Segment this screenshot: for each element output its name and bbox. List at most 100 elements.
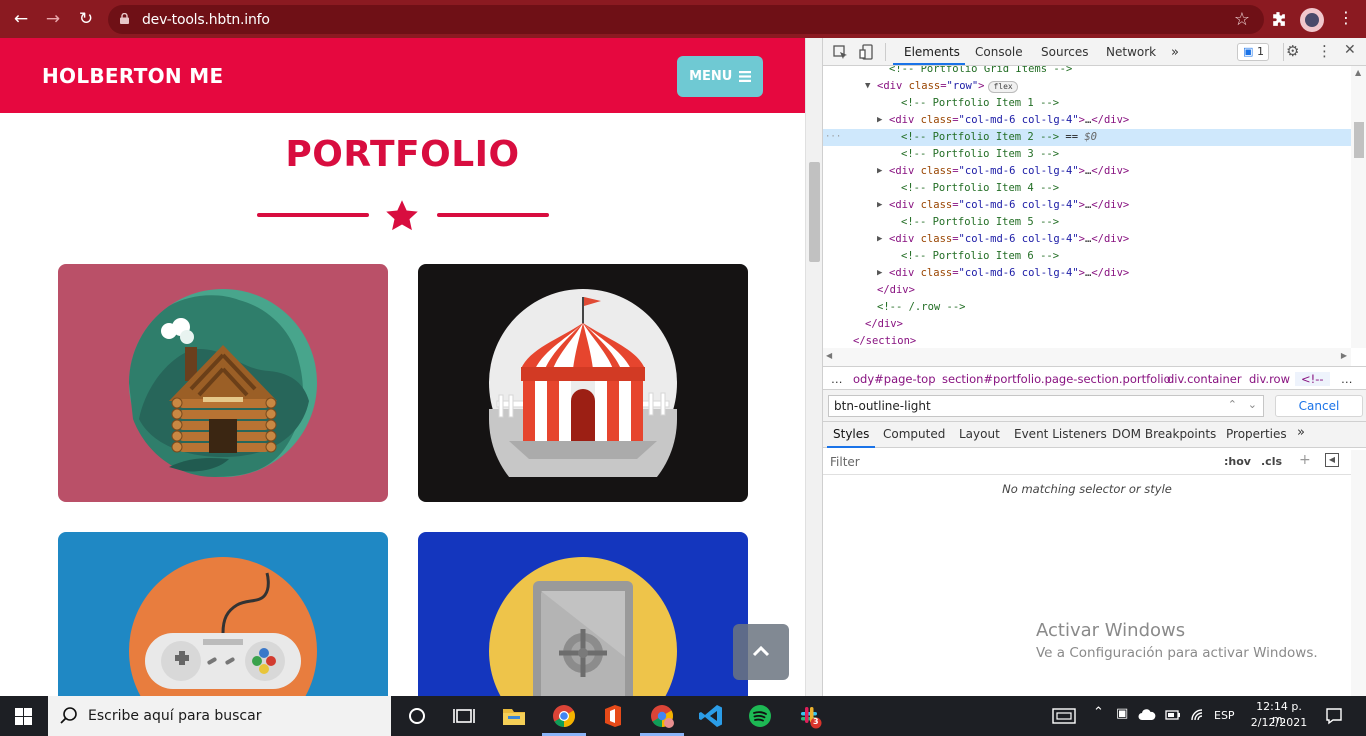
profile-avatar[interactable] xyxy=(1300,8,1324,32)
reload-icon[interactable]: ↻ xyxy=(75,8,97,30)
bookmark-star-icon[interactable]: ☆ xyxy=(1234,9,1250,30)
issues-badge[interactable]: ▣ 1 xyxy=(1237,43,1269,61)
dom-line[interactable]: <!-- Portfolio Item 4 --> xyxy=(823,180,1351,197)
tab-network[interactable]: Network xyxy=(1106,45,1156,59)
dom-line[interactable]: ▶ <div class="col-md-6 col-lg-4">…</div> xyxy=(823,197,1351,214)
wifi-icon[interactable] xyxy=(1190,707,1206,723)
hov-toggle[interactable]: :hov xyxy=(1224,455,1251,468)
dom-line[interactable]: </div> xyxy=(823,282,1351,299)
notifications-icon[interactable] xyxy=(1325,707,1343,725)
tab-layout[interactable]: Layout xyxy=(959,427,1000,441)
dom-line[interactable]: ▼ <div class="row"> flex xyxy=(823,78,1351,95)
dom-line[interactable]: <!-- Portfolio Item 3 --> xyxy=(823,146,1351,163)
more-subtabs-icon[interactable]: » xyxy=(1297,425,1305,440)
game-controller-illustration xyxy=(129,557,317,696)
language-indicator[interactable]: ESP xyxy=(1214,709,1235,722)
taskbar-search[interactable]: Escribe aquí para buscar xyxy=(48,696,391,736)
dom-line[interactable]: <!-- Portfolio Item 6 --> xyxy=(823,248,1351,265)
new-style-rule-icon[interactable]: + xyxy=(1299,452,1311,468)
devtools-menu-icon[interactable]: ⋮ xyxy=(1317,42,1332,60)
windows-start-icon[interactable] xyxy=(15,708,32,725)
show-hidden-icons-icon[interactable]: ⌃ xyxy=(1093,705,1104,720)
menu-button[interactable]: MENU xyxy=(677,56,763,97)
settings-gear-icon[interactable]: ⚙ xyxy=(1286,42,1299,60)
breadcrumb-overflow[interactable]: … xyxy=(831,372,843,386)
file-explorer-icon[interactable] xyxy=(500,702,528,730)
back-arrow-icon[interactable]: ← xyxy=(10,8,32,30)
expand-triangle-icon[interactable]: ▶ xyxy=(877,265,882,282)
dom-line[interactable]: ▶ <div class="col-md-6 col-lg-4">…</div> xyxy=(823,265,1351,282)
chrome-icon[interactable] xyxy=(550,702,578,730)
tab-properties[interactable]: Properties xyxy=(1226,427,1287,441)
forward-arrow-icon[interactable]: → xyxy=(42,8,64,30)
portfolio-item-cabin[interactable] xyxy=(58,264,388,502)
tab-event-listeners[interactable]: Event Listeners xyxy=(1014,427,1107,441)
spotify-icon[interactable] xyxy=(746,702,774,730)
browser-menu-icon[interactable]: ⋮ xyxy=(1338,8,1354,27)
dom-line[interactable]: ▶ <div class="col-md-6 col-lg-4">…</div> xyxy=(823,112,1351,129)
keyboard-tray-icon[interactable] xyxy=(1052,708,1076,724)
styles-filter-input[interactable]: Filter xyxy=(830,455,860,469)
chrome-profile-icon[interactable] xyxy=(648,702,676,730)
meet-now-icon[interactable]: ▣ xyxy=(1116,706,1128,721)
breadcrumb-container[interactable]: div.container xyxy=(1167,372,1242,386)
toggle-sidebar-icon[interactable]: ◀ xyxy=(1325,453,1339,467)
flex-badge[interactable]: flex xyxy=(988,81,1018,93)
breadcrumb-body[interactable]: ody#page-top xyxy=(853,372,936,386)
site-brand[interactable]: HOLBERTON ME xyxy=(42,64,223,88)
cortana-icon[interactable] xyxy=(403,702,431,730)
slack-icon[interactable] xyxy=(795,702,823,730)
tab-styles[interactable]: Styles xyxy=(833,427,869,441)
dom-line-selected[interactable]: ··· <!-- Portfolio Item 2 --> == $0 xyxy=(823,129,1351,146)
battery-icon[interactable] xyxy=(1165,708,1181,722)
dom-hscrollbar[interactable]: ◀ ▶ xyxy=(823,348,1351,366)
collapse-triangle-icon[interactable]: ▼ xyxy=(865,78,870,95)
dom-line[interactable]: ▶ <div class="col-md-6 col-lg-4">…</div> xyxy=(823,231,1351,248)
tab-sources[interactable]: Sources xyxy=(1041,45,1088,59)
page-scrollbar[interactable] xyxy=(805,38,822,696)
dom-line[interactable]: </section> xyxy=(823,333,1351,348)
tab-elements[interactable]: Elements xyxy=(904,45,960,59)
search-next-icon[interactable]: ⌄ xyxy=(1248,398,1257,411)
more-tabs-icon[interactable]: » xyxy=(1171,45,1179,60)
dom-line[interactable]: <!-- Portfolio Grid Items --> xyxy=(823,66,1351,78)
breadcrumb-comment[interactable]: <!-- xyxy=(1295,372,1330,386)
tab-dom-breakpoints[interactable]: DOM Breakpoints xyxy=(1112,427,1216,441)
expand-triangle-icon[interactable]: ▶ xyxy=(877,112,882,129)
breadcrumb-more[interactable]: … xyxy=(1341,372,1353,386)
portfolio-item-game[interactable] xyxy=(58,532,388,696)
styles-scrollbar[interactable] xyxy=(1351,450,1366,696)
clock-date[interactable]: 2/12/2021 xyxy=(1249,716,1309,729)
address-bar[interactable]: dev-tools.hbtn.info ☆ xyxy=(108,5,1264,34)
breadcrumb-row[interactable]: div.row xyxy=(1249,372,1290,386)
expand-triangle-icon[interactable]: ▶ xyxy=(877,197,882,214)
scroll-to-top-button[interactable] xyxy=(733,624,789,680)
dom-line[interactable]: ▶ <div class="col-md-6 col-lg-4">…</div> xyxy=(823,163,1351,180)
cancel-search-button[interactable]: Cancel xyxy=(1275,395,1363,417)
dom-line-actions-icon[interactable]: ··· xyxy=(825,129,841,146)
tab-computed[interactable]: Computed xyxy=(883,427,945,441)
search-prev-icon[interactable]: ⌃ xyxy=(1228,398,1237,411)
dom-line[interactable]: </div> xyxy=(823,316,1351,333)
office-icon[interactable] xyxy=(599,702,627,730)
breadcrumb-section[interactable]: section#portfolio.page-section.portfolio xyxy=(942,372,1171,386)
device-toolbar-icon[interactable] xyxy=(859,44,875,60)
dom-search-input[interactable]: btn-outline-light ⌃ ⌄ xyxy=(828,395,1264,417)
expand-triangle-icon[interactable]: ▶ xyxy=(877,231,882,248)
dom-tree[interactable]: <!-- Portfolio Grid Items --> ▼ <div class… xyxy=(823,66,1366,348)
dom-line[interactable]: <!-- Portfolio Item 5 --> xyxy=(823,214,1351,231)
task-view-icon[interactable] xyxy=(450,702,478,730)
portfolio-item-circus[interactable] xyxy=(418,264,748,502)
onedrive-cloud-icon[interactable] xyxy=(1138,709,1156,721)
portfolio-item-safe[interactable] xyxy=(418,532,748,696)
tab-console[interactable]: Console xyxy=(975,45,1023,59)
dom-line[interactable]: <!-- /.row --> xyxy=(823,299,1351,316)
extensions-puzzle-icon[interactable] xyxy=(1270,11,1287,28)
dom-scrollbar[interactable]: ▲ xyxy=(1351,66,1366,348)
dom-line[interactable]: <!-- Portfolio Item 1 --> xyxy=(823,95,1351,112)
cls-toggle[interactable]: .cls xyxy=(1261,455,1282,468)
vscode-icon[interactable] xyxy=(697,702,725,730)
expand-triangle-icon[interactable]: ▶ xyxy=(877,163,882,180)
close-devtools-icon[interactable]: ✕ xyxy=(1344,42,1356,58)
inspect-element-icon[interactable] xyxy=(833,45,848,60)
